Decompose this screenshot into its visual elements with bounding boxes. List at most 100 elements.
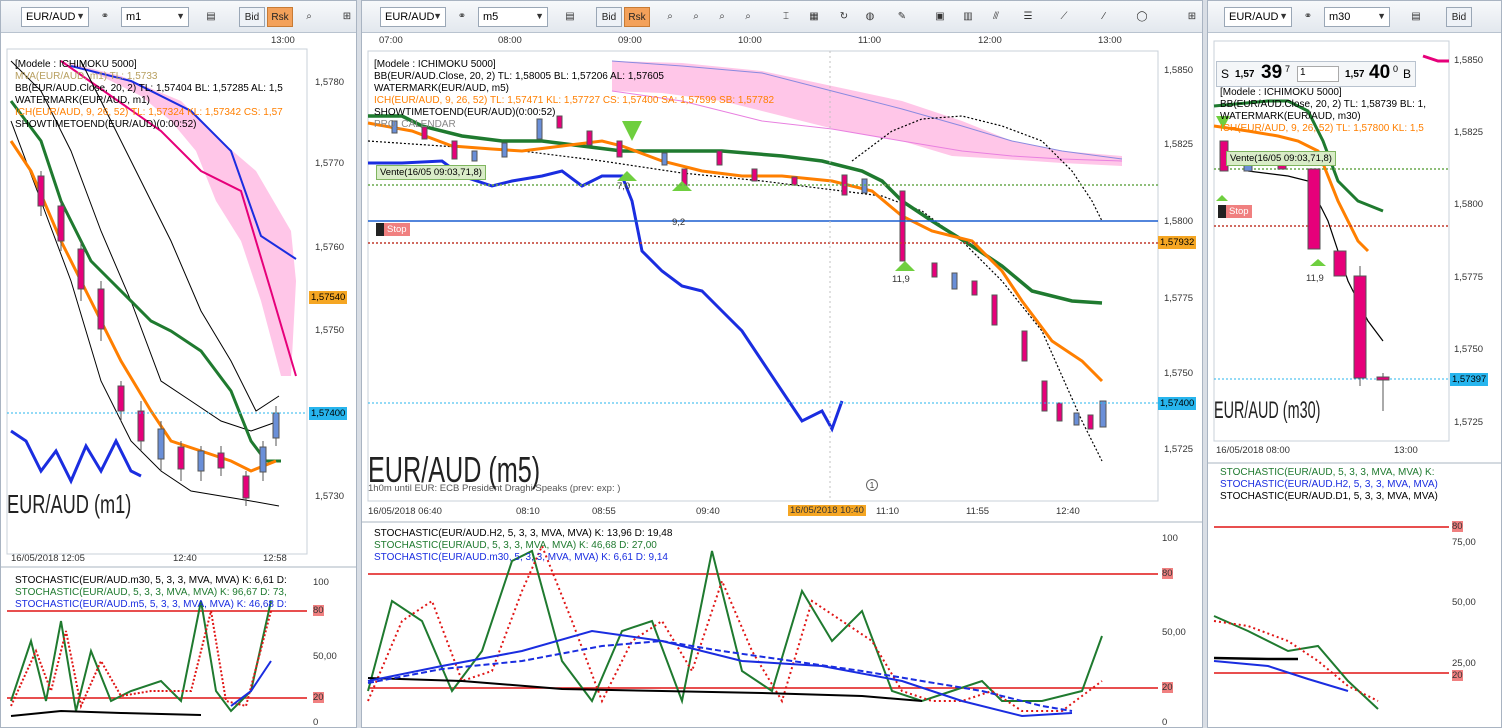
stoch-tick: 20 [313,692,324,703]
stoch-tick: 0 [1162,717,1168,728]
candles-group [1219,140,1390,411]
info-icon[interactable]: 1 [866,479,878,491]
stoch-legend-line: STOCHASTIC(EUR/AUD, 5, 3, 3, MVA, MVA) K… [15,587,287,598]
stoch-tick: 80 [1162,568,1173,579]
stoch-tick: 20 [1452,670,1463,681]
y-tick: 1,5775 [1454,272,1484,283]
tenkan-line [367,121,1104,383]
arrow-up-icon [672,181,692,191]
y-tick: 1,5825 [1164,139,1194,150]
stoch-m30-line [10,709,202,717]
middle-chart-window: EUR/AUD ▼ ⚭ m5 ▼ ▤ Bid Rsk ⌕ ⌕ ⌕ ⌕ ⌶ ▦ ↻ ◍… [361,0,1203,728]
y-tick: 1,5750 [1454,344,1484,355]
legend-line: ICH(EUR/AUD, 9, 26, 52) TL: 1,57800 KL: … [1220,123,1424,134]
sell-big[interactable]: 39 [1261,62,1282,84]
y-tick: 1,5850 [1164,65,1194,76]
legend-line: BB(EUR/AUD.Close, 20, 2) TL: 1,58005 BL:… [374,71,664,82]
indicator-legend: [Modele : ICHIMOKU 5000] MVA(EUR/AUD, m1… [15,59,283,131]
legend-line: PRO_CALENDAR [374,119,456,130]
stoch-legend-line: STOCHASTIC(EUR/AUD.H2, 5, 3, 3, MVA, MVA… [374,528,673,539]
stoch-tick: 100 [1162,533,1178,544]
legend-line: WATERMARK(EUR/AUD, m30) [1220,111,1361,122]
stoch-legend-line: STOCHASTIC(EUR/AUD.m30, 5, 3, 3, MVA, MV… [15,575,287,586]
stoch-tick: 80 [1452,521,1463,532]
legend-line: [Modele : ICHIMOKU 5000] [374,59,496,70]
arrow-up-icon [895,261,915,271]
stoch-tick: 50,00 [313,651,337,662]
y-tick: 1,5780 [315,77,345,88]
x-tick: 16/05/2018 08:00 [1216,445,1290,456]
sell-order-tag[interactable]: Vente(16/05 09:03,71,8) [376,165,486,180]
y-tick: 1,5725 [1164,444,1194,455]
buy-big[interactable]: 40 [1369,62,1390,84]
senkou-b-line [1422,54,1449,63]
x-tick: 11:55 [966,506,990,517]
stoch-m30-d-line [367,639,1073,712]
quantity-field[interactable]: 1 [1297,66,1339,82]
y-tick: 1,5775 [1164,293,1194,304]
y-tick: 1,5725 [1454,417,1484,428]
legend-line: WATERMARK(EUR/AUD, m5) [374,83,509,94]
x-tick: 16/05/2018 06:40 [368,506,442,517]
chikou-line [368,159,844,433]
price-tag-cyan: 1,57400 [309,407,348,420]
candles-group [391,115,1107,430]
stoch-legend-line: STOCHASTIC(EUR/AUD.D1, 5, 3, 3, MVA, MVA… [1220,491,1438,502]
y-tick: 1,5850 [1454,55,1484,66]
price-tag-cyan: 1,57400 [1158,397,1197,410]
x-tick: 12:40 [1056,506,1080,517]
x-tick: 12:40 [173,553,197,564]
stoch-legend-line: STOCHASTIC(EUR/AUD.m5, 5, 3, 3, MVA, MVA… [15,599,287,610]
legend-line: BB(EUR/AUD.Close, 20, 2) TL: 1,57404 BL:… [15,83,283,94]
kijun-line [9,100,281,463]
buy-small[interactable]: 1,57 [1345,69,1364,80]
legend-line: [Modele : ICHIMOKU 5000] [15,59,137,70]
chart-watermark: EUR/AUD (m1) [7,489,132,519]
arrow-label: 7,0 [617,181,631,192]
stoch-d-line [10,610,272,710]
y-tick: 1,5800 [1164,216,1194,227]
sell-prefix: S [1221,67,1230,81]
price-tag-orange: 1,57932 [1158,236,1197,249]
stoch-m5-line [230,660,272,707]
legend-line: SHOWTIMETOEND(EUR/AUD)(0:00:52) [374,107,556,118]
stoch-d-line [367,543,1103,712]
stoch-tick: 100 [313,577,329,588]
stop-order-tag[interactable]: Stop [376,223,410,236]
stoch-legend: STOCHASTIC(EUR/AUD.m30, 5, 3, 3, MVA, MV… [15,575,287,611]
legend-line: BB(EUR/AUD.Close, 20, 2) TL: 1,58739 BL:… [1220,99,1427,110]
sell-small[interactable]: 1,57 [1235,69,1254,80]
legend-line: ICH(EUR/AUD, 9, 26, 52) TL: 1,57471 KL: … [374,95,775,106]
sell-sup: 7 [1285,64,1291,74]
stoch-tick: 80 [313,605,324,616]
x-tick: 16/05/2018 12:05 [11,553,85,564]
chart-watermark: EUR/AUD (m30) [1214,397,1321,424]
stoch-tick: 50,00 [1162,627,1186,638]
buy-suffix: B [1403,67,1412,81]
y-tick: 1,5750 [315,325,345,336]
y-tick: 1,5800 [1454,199,1484,210]
stoch-legend-line: STOCHASTIC(EUR/AUD.m30, 5, 3, 3, MVA, MV… [374,552,668,563]
indicator-legend: [Modele : ICHIMOKU 5000] BB(EUR/AUD.Clos… [1220,87,1426,135]
legend-line: MVA(EUR/AUD, m1) TL: 1,5733 [15,71,158,82]
stoch-m30-line [367,629,1073,718]
sell-order-tag[interactable]: Vente(16/05 09:03,71,8) [1226,151,1336,166]
stoch-tick: 20 [1162,682,1173,693]
quote-box: S 1,57 39 7 1 1,57 40 0 B [1216,61,1416,87]
stoch-h2-line [1213,656,1298,661]
buy-sup: 0 [1393,64,1399,74]
arrow-label: 9,2 [672,217,686,228]
x-tick: 13:00 [1394,445,1418,456]
x-tick: 08:10 [516,506,540,517]
arrow-label: 11,9 [892,274,910,285]
stoch-tick: 50,00 [1452,597,1476,608]
x-tick: 08:55 [592,506,616,517]
x-tick: 09:40 [696,506,720,517]
stop-order-tag[interactable]: Stop [1218,205,1252,218]
x-tick: 11:10 [876,506,900,517]
price-tag-cyan: 1,57397 [1450,373,1489,386]
y-tick: 1,5825 [1454,127,1484,138]
stoch-legend-line: STOCHASTIC(EUR/AUD.H2, 5, 3, 3, MVA, MVA… [1220,479,1438,490]
stoch-legend: STOCHASTIC(EUR/AUD.H2, 5, 3, 3, MVA, MVA… [374,528,672,564]
y-tick: 1,5770 [315,158,345,169]
